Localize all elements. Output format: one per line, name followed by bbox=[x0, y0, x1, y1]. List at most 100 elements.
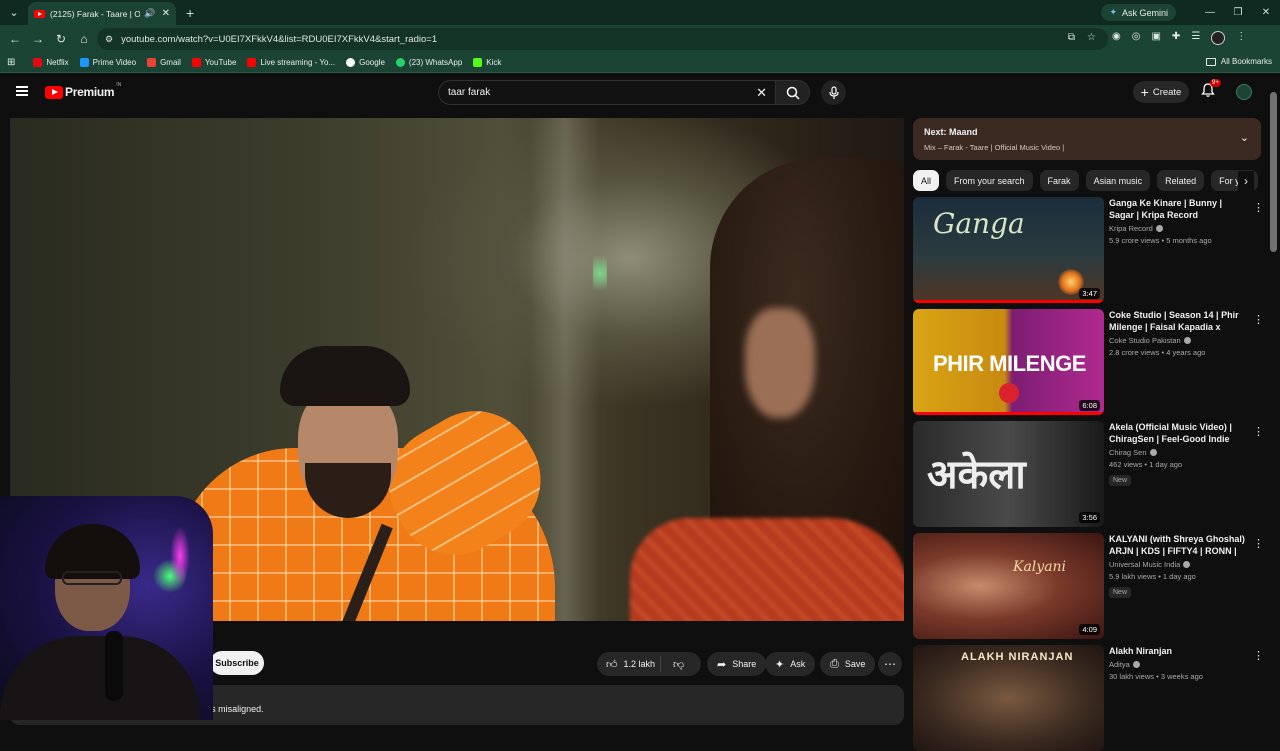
install-app-icon[interactable]: ⧉ bbox=[1068, 32, 1075, 43]
apps-grid-icon[interactable]: ⊞ bbox=[7, 57, 15, 68]
more-actions-icon[interactable]: ⋯ bbox=[878, 652, 902, 676]
sparkle-icon: ✦ bbox=[775, 658, 785, 671]
extensions-puzzle-icon[interactable]: ✚ bbox=[1172, 31, 1180, 45]
video-stats: 5.9 lakh views • 1 day ago bbox=[1109, 572, 1196, 581]
ask-button[interactable]: ✦ Ask bbox=[765, 652, 816, 676]
youtube-masthead: Premium IN taar farak ✕ + Create 9+ bbox=[0, 74, 1280, 114]
share-button[interactable]: ➦ Share bbox=[707, 652, 767, 676]
restore-icon[interactable]: ❐ bbox=[1224, 7, 1252, 18]
page-scrollbar[interactable] bbox=[1270, 92, 1277, 252]
verified-check-icon bbox=[1183, 561, 1191, 568]
extension-icon[interactable]: ▣ bbox=[1151, 31, 1160, 45]
back-icon[interactable]: ← bbox=[4, 32, 26, 46]
chip-all[interactable]: All bbox=[913, 170, 940, 191]
subscribe-button[interactable]: Subscribe bbox=[210, 651, 264, 675]
bookmark-google[interactable]: Google bbox=[346, 58, 385, 67]
video-title[interactable]: Coke Studio | Season 14 | Phir Milenge |… bbox=[1109, 309, 1249, 333]
reload-icon[interactable]: ↻ bbox=[50, 32, 72, 46]
minimize-icon[interactable]: — bbox=[1196, 7, 1224, 18]
bookmark-kick[interactable]: Kick bbox=[473, 58, 501, 67]
account-avatar[interactable] bbox=[1236, 84, 1252, 100]
browser-tab-bar: ⌄ (2125) Farak - Taare | Officia 🔊 ✕ + ✦… bbox=[0, 0, 1280, 25]
thumbnail-text: ALAKH NIRANJAN bbox=[961, 651, 1074, 663]
audio-playing-icon[interactable]: 🔊 bbox=[144, 8, 155, 19]
more-options-icon[interactable]: ⋮ bbox=[1253, 201, 1264, 214]
extension-icon[interactable]: ◎ bbox=[1132, 31, 1141, 45]
bookmark-whatsapp[interactable]: (23) WhatsApp bbox=[395, 58, 462, 67]
video-thumbnail[interactable]: PHIR MILENGE 6:08 bbox=[913, 309, 1104, 415]
channel-name-row[interactable]: Chirag Sen bbox=[1109, 448, 1249, 457]
forward-icon[interactable]: → bbox=[27, 32, 49, 46]
clear-search-icon[interactable]: ✕ bbox=[756, 85, 767, 101]
window-close-icon[interactable]: ✕ bbox=[1252, 7, 1280, 18]
new-tab-button[interactable]: + bbox=[186, 5, 194, 21]
channel-name-row[interactable]: Aditya bbox=[1109, 660, 1249, 669]
chevron-right-icon[interactable]: › bbox=[1238, 171, 1254, 191]
like-button[interactable]: 👍︎ 1.2 lakh bbox=[597, 656, 661, 672]
channel-name-row[interactable]: Coke Studio Pakistan bbox=[1109, 336, 1249, 345]
chip-from-your-search[interactable]: From your search bbox=[946, 170, 1033, 191]
recommendation-item[interactable]: Ganga 3:47 Ganga Ke Kinare | Bunny | Sag… bbox=[913, 197, 1264, 303]
address-bar[interactable]: ⚙ youtube.com/watch?v=U0EI7XFkkV4&list=R… bbox=[97, 28, 1108, 50]
up-next-card[interactable]: Next: Maand Mix – Farak - Taare | Offici… bbox=[913, 118, 1261, 160]
create-button[interactable]: + Create bbox=[1133, 81, 1189, 103]
bookmark-star-icon[interactable]: ☆ bbox=[1087, 32, 1096, 43]
bookmark-netflix[interactable]: Netflix bbox=[33, 58, 69, 67]
more-options-icon[interactable]: ⋮ bbox=[1253, 649, 1264, 662]
video-title[interactable]: Akela (Official Music Video) | ChiragSen… bbox=[1109, 421, 1249, 445]
video-stats: 462 views • 1 day ago bbox=[1109, 460, 1183, 469]
chip-related[interactable]: Related bbox=[1157, 170, 1205, 191]
chevron-down-icon[interactable]: ⌄ bbox=[1240, 131, 1249, 144]
channel-name-row[interactable]: Universal Music India bbox=[1109, 560, 1249, 569]
reading-list-icon[interactable]: ☰ bbox=[1191, 31, 1200, 45]
search-button[interactable] bbox=[775, 80, 810, 105]
more-options-icon[interactable]: ⋮ bbox=[1253, 313, 1264, 326]
all-bookmarks-button[interactable]: All Bookmarks bbox=[1205, 57, 1272, 66]
more-options-icon[interactable]: ⋮ bbox=[1253, 537, 1264, 550]
dislike-button[interactable]: 👎︎ bbox=[661, 658, 684, 671]
tab-title: (2125) Farak - Taare | Officia bbox=[50, 8, 141, 19]
video-thumbnail[interactable]: अकेला 3:56 bbox=[913, 421, 1104, 527]
bookmark-live-streaming[interactable]: Live streaming - Yo... bbox=[247, 58, 335, 67]
youtube-logo-icon bbox=[45, 85, 63, 99]
video-title[interactable]: Alakh Niranjan bbox=[1109, 645, 1249, 657]
whatsapp-icon bbox=[395, 58, 405, 67]
youtube-icon bbox=[191, 58, 201, 67]
browser-tab-active[interactable]: (2125) Farak - Taare | Officia 🔊 ✕ bbox=[28, 2, 176, 25]
tab-search-chevron-icon[interactable]: ⌄ bbox=[3, 2, 25, 24]
chip-asian-music[interactable]: Asian music bbox=[1085, 170, 1151, 191]
recommendation-item[interactable]: अकेला 3:56 Akela (Official Music Video) … bbox=[913, 421, 1264, 527]
profile-avatar[interactable] bbox=[1211, 31, 1226, 45]
extension-icon[interactable]: ◉ bbox=[1112, 31, 1121, 45]
chip-farak[interactable]: Farak bbox=[1039, 170, 1079, 191]
bookmark-youtube[interactable]: YouTube bbox=[191, 58, 236, 67]
browser-menu-icon[interactable]: ⋮ bbox=[1236, 31, 1246, 45]
channel-name: Aditya bbox=[1109, 660, 1130, 669]
video-frame-man-hair bbox=[280, 346, 410, 406]
recommendation-item[interactable]: Kalyani 4:09 KALYANI (with Shreya Ghosha… bbox=[913, 533, 1264, 639]
video-thumbnail[interactable]: Ganga 3:47 bbox=[913, 197, 1104, 303]
ask-gemini-button[interactable]: ✦ Ask Gemini bbox=[1101, 4, 1176, 21]
video-title[interactable]: Ganga Ke Kinare | Bunny | Sagar | Kripa … bbox=[1109, 197, 1249, 221]
tab-close-icon[interactable]: ✕ bbox=[162, 8, 170, 19]
video-thumbnail[interactable]: Kalyani 4:09 bbox=[913, 533, 1104, 639]
voice-search-button[interactable] bbox=[821, 80, 846, 105]
home-icon[interactable]: ⌂ bbox=[73, 32, 95, 46]
thumbnail-text: अकेला bbox=[927, 452, 1026, 498]
video-title[interactable]: KALYANI (with Shreya Ghoshal) ARJN | KDS… bbox=[1109, 533, 1249, 557]
guide-menu-icon[interactable] bbox=[16, 86, 28, 96]
bookmark-prime-video[interactable]: Prime Video bbox=[79, 58, 136, 67]
more-options-icon[interactable]: ⋮ bbox=[1253, 425, 1264, 438]
youtube-premium-logo[interactable]: Premium IN bbox=[45, 82, 121, 99]
notifications-button[interactable]: 9+ bbox=[1200, 79, 1221, 102]
save-button[interactable]: ⎙ Save bbox=[820, 652, 876, 676]
bookmark-gmail[interactable]: Gmail bbox=[147, 58, 181, 67]
channel-name-row[interactable]: Kripa Record bbox=[1109, 224, 1249, 233]
site-info-icon[interactable]: ⚙ bbox=[105, 34, 113, 45]
search-input[interactable]: taar farak ✕ bbox=[438, 80, 776, 105]
webcam-neon-light bbox=[170, 526, 190, 586]
recommendation-item[interactable]: ALAKH NIRANJAN Alakh Niranjan Aditya 30 … bbox=[913, 645, 1264, 751]
video-thumbnail[interactable]: ALAKH NIRANJAN bbox=[913, 645, 1104, 751]
recommendation-item[interactable]: PHIR MILENGE 6:08 Coke Studio | Season 1… bbox=[913, 309, 1264, 415]
share-button-wrap: ➦ Share bbox=[707, 652, 767, 676]
